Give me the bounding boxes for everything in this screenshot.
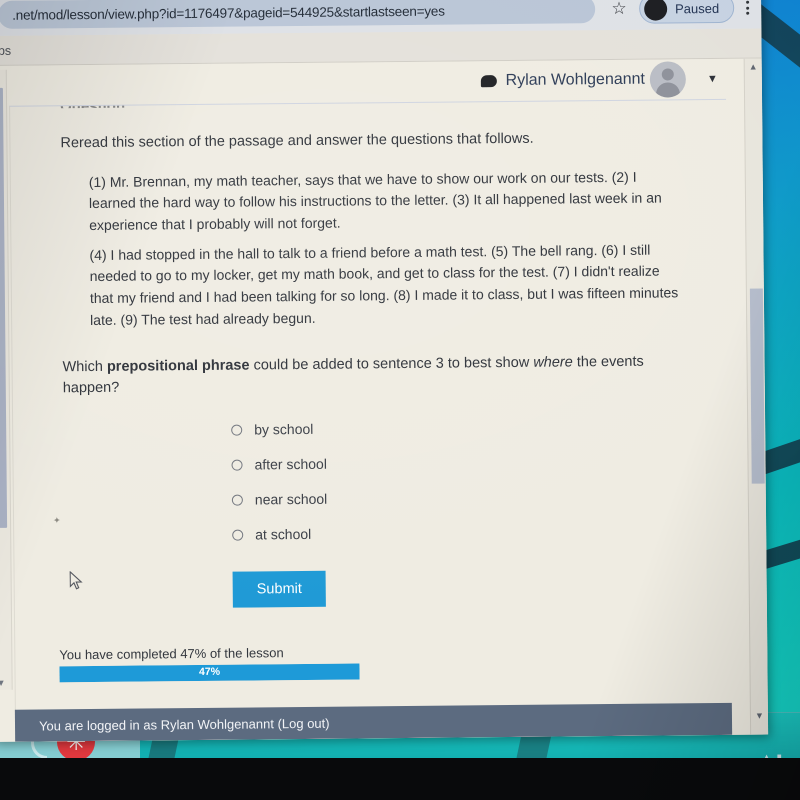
avatar[interactable] (649, 61, 687, 98)
lesson-instructions: Reread this section of the passage and a… (60, 130, 534, 152)
chevron-down-icon[interactable]: ▼ (707, 73, 718, 85)
browser-window: .net/mod/lesson/view.php?id=1176497&page… (0, 0, 769, 742)
radio-button-icon[interactable] (231, 424, 243, 436)
page-viewport: Rylan Wohlgenannt ▼ Question Reread this… (0, 58, 769, 742)
option-label: by school (254, 421, 314, 438)
monitor-bezel (0, 758, 800, 800)
star-icon[interactable]: ☆ (605, 0, 633, 23)
answer-options: by school after school near school at sc… (231, 408, 686, 552)
address-bar[interactable]: .net/mod/lesson/view.php?id=1176497&page… (0, 0, 596, 29)
question-prompt-part2: could be added to sentence 3 to best sho… (249, 355, 534, 374)
submit-area: Submit (232, 567, 687, 608)
scroll-down-arrow-icon[interactable]: ▼ (0, 678, 6, 688)
option-near-school[interactable]: near school (231, 478, 686, 517)
passage-paragraph-2: (4) I had stopped in the hall to talk to… (89, 241, 679, 328)
option-by-school[interactable]: by school (231, 408, 685, 447)
question-prompt-bold: prepositional phrase (106, 357, 250, 376)
scrollbar-thumb[interactable] (0, 87, 8, 528)
scroll-up-arrow-icon[interactable]: ▲ (749, 62, 758, 72)
option-label: near school (254, 491, 328, 508)
dust-speck: ✦ (53, 515, 61, 526)
question-prompt-part1: Which (62, 359, 107, 376)
submit-button[interactable]: Submit (232, 570, 327, 608)
lesson-content-frame: Question Reread this section of the pass… (9, 98, 733, 742)
option-label: at school (255, 526, 312, 543)
passage-paragraph-1: (1) Mr. Brennan, my math teacher, says t… (88, 168, 662, 233)
option-after-school[interactable]: after school (231, 443, 685, 482)
user-name-label[interactable]: Rylan Wohlgenannt (506, 71, 646, 90)
three-dot-menu-icon[interactable] (746, 0, 750, 15)
scroll-down-arrow-icon[interactable]: ▼ (755, 711, 764, 721)
lesson-progress: You have completed 47% of the lesson 47% (59, 644, 361, 683)
menu-dot (746, 11, 750, 15)
photograph-of-screen: ✳ ▲▮ .net/mod/lesson/view.php?id=1176497… (0, 0, 800, 800)
question-prompt: Which prepositional phrase could be adde… (62, 352, 652, 398)
bookmark-maps[interactable]: Maps (0, 43, 11, 57)
radio-button-icon[interactable] (231, 494, 243, 506)
logged-in-text[interactable]: You are logged in as Rylan Wohlgenannt (… (39, 715, 330, 733)
radio-button-icon[interactable] (231, 459, 243, 471)
address-bar-url: .net/mod/lesson/view.php?id=1176497&page… (12, 3, 445, 23)
profile-paused-button[interactable]: Paused (638, 0, 735, 24)
question-prompt-italic: where (533, 354, 573, 372)
profile-status-label: Paused (675, 0, 720, 16)
menu-dot (746, 6, 750, 10)
progress-bar: 47% (59, 663, 360, 683)
profile-avatar-icon (643, 0, 668, 21)
radio-button-icon[interactable] (232, 529, 244, 541)
progress-label: You have completed 47% of the lesson (59, 645, 284, 663)
scrollbar-thumb[interactable] (749, 288, 765, 484)
option-label: after school (254, 456, 327, 473)
menu-dot (746, 0, 750, 4)
lesson-content: Reread this section of the passage and a… (10, 100, 732, 742)
option-at-school[interactable]: at school (232, 513, 686, 552)
speech-bubble-icon[interactable] (480, 75, 497, 88)
